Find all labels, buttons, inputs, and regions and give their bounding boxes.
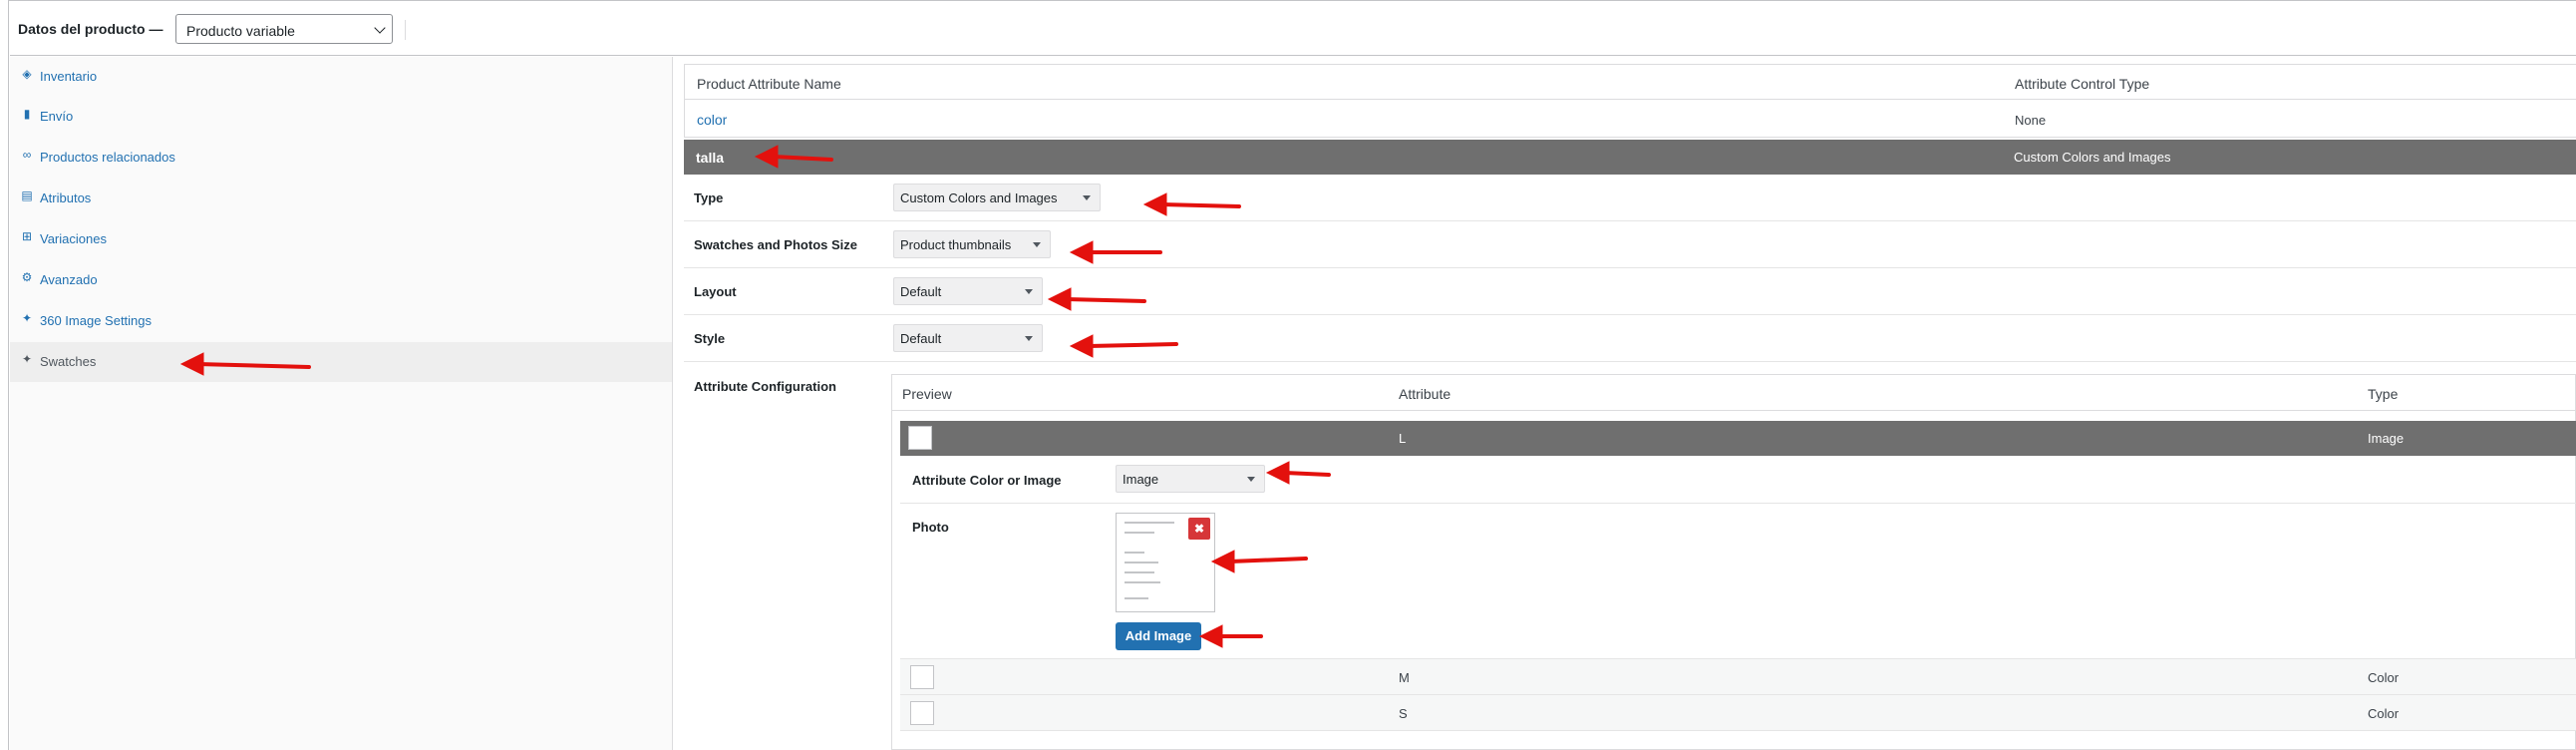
type-select[interactable]: Custom Colors and Images bbox=[893, 184, 1101, 211]
style-value: Default bbox=[900, 331, 942, 346]
swatches-size-row: Swatches and Photos Size Product thumbna… bbox=[684, 221, 2576, 268]
photo-row: Photo ✖ Add Image bbox=[900, 504, 2576, 659]
swatches-size-select[interactable]: Product thumbnails bbox=[893, 230, 1051, 258]
swatches-panel: Product Attribute Name Attribute Control… bbox=[684, 64, 2576, 750]
sidebar-item-360-image-settings[interactable]: ✦ 360 Image Settings bbox=[10, 301, 672, 341]
attribute-control-type: Custom Colors and Images bbox=[2014, 150, 2171, 165]
sidebar-item-label: Envío bbox=[40, 109, 74, 124]
gear-icon: ⚙ bbox=[21, 270, 33, 284]
type-label: Type bbox=[694, 190, 724, 205]
sidebar-item-productos-relacionados[interactable]: ∞ Productos relacionados bbox=[10, 138, 672, 178]
dropdown-arrow-icon bbox=[1247, 477, 1255, 482]
dropdown-arrow-icon bbox=[1025, 336, 1033, 341]
attributes-table-header: Product Attribute Name Attribute Control… bbox=[684, 64, 2576, 100]
wrench-icon: ✦ bbox=[21, 311, 33, 325]
style-label: Style bbox=[694, 331, 726, 346]
thumbnail-content bbox=[1125, 552, 1144, 554]
divider bbox=[405, 20, 406, 40]
dropdown-arrow-icon bbox=[1083, 195, 1091, 200]
product-type-select[interactable]: Producto variable bbox=[175, 14, 393, 44]
color-or-image-label: Attribute Color or Image bbox=[912, 473, 1062, 488]
column-attribute: Attribute bbox=[1399, 386, 1451, 402]
attribute-name-link[interactable]: color bbox=[697, 112, 727, 128]
chevron-down-icon bbox=[374, 22, 386, 34]
attribute-type: Color bbox=[2368, 706, 2400, 721]
dropdown-arrow-icon bbox=[1025, 289, 1033, 294]
sidebar-item-label: Variaciones bbox=[40, 231, 107, 246]
column-control-type: Attribute Control Type bbox=[2015, 76, 2150, 92]
thumbnail-content bbox=[1125, 532, 1154, 534]
product-data-header: Datos del producto — Producto variable bbox=[10, 6, 2576, 56]
attribute-control-type: None bbox=[2015, 113, 2047, 128]
attribute-configuration-table: Preview Attribute Type L Image Attribute… bbox=[891, 374, 2576, 750]
swatches-size-label: Swatches and Photos Size bbox=[694, 237, 857, 252]
style-row: Style Default bbox=[684, 315, 2576, 362]
product-data-tabs: ◈ Inventario ▮ Envío ∞ Productos relacio… bbox=[10, 57, 673, 750]
attribute-value: L bbox=[1399, 431, 1407, 446]
attribute-value: S bbox=[1399, 706, 1408, 721]
product-type-value: Producto variable bbox=[186, 23, 295, 39]
sidebar-item-label: Avanzado bbox=[40, 272, 98, 287]
thumbnail-content bbox=[1125, 581, 1160, 583]
configuration-row-l[interactable]: L Image bbox=[900, 421, 2576, 456]
sidebar-item-label: Productos relacionados bbox=[40, 150, 175, 165]
dropdown-arrow-icon bbox=[1033, 242, 1041, 247]
sidebar-item-label: Swatches bbox=[40, 354, 97, 369]
style-select[interactable]: Default bbox=[893, 324, 1043, 352]
sidebar-item-envio[interactable]: ▮ Envío bbox=[10, 97, 672, 137]
sidebar-item-variaciones[interactable]: ⊞ Variaciones bbox=[10, 219, 672, 259]
attribute-name-link[interactable]: talla bbox=[696, 150, 724, 166]
attribute-type: Color bbox=[2368, 670, 2400, 685]
wrench-icon: ✦ bbox=[21, 352, 33, 366]
product-data-label: Datos del producto — bbox=[18, 21, 163, 37]
layout-label: Layout bbox=[694, 284, 737, 299]
column-preview: Preview bbox=[902, 386, 952, 402]
sidebar-item-label: 360 Image Settings bbox=[40, 313, 153, 328]
configuration-row-m[interactable]: M Color bbox=[900, 659, 2576, 695]
preview-thumbnail bbox=[908, 426, 932, 450]
column-attribute-name: Product Attribute Name bbox=[697, 76, 841, 92]
attribute-row-talla[interactable]: talla Custom Colors and Images bbox=[684, 140, 2576, 175]
grid-icon: ⊞ bbox=[21, 229, 33, 243]
layout-select[interactable]: Default bbox=[893, 277, 1043, 305]
link-icon: ∞ bbox=[22, 148, 32, 162]
column-type: Type bbox=[2368, 386, 2399, 402]
sidebar-item-label: Inventario bbox=[40, 69, 98, 84]
type-value: Custom Colors and Images bbox=[900, 190, 1058, 205]
color-or-image-select[interactable]: Image bbox=[1116, 465, 1265, 493]
thumbnail-content bbox=[1125, 597, 1148, 599]
sidebar-item-label: Atributos bbox=[40, 190, 92, 205]
thumbnail-content bbox=[1125, 571, 1154, 573]
remove-image-icon[interactable]: ✖ bbox=[1188, 518, 1210, 540]
add-image-button[interactable]: Add Image bbox=[1116, 622, 1201, 650]
tag-icon: ◈ bbox=[22, 67, 32, 81]
sidebar-item-atributos[interactable]: ▤ Atributos bbox=[10, 179, 672, 218]
preview-thumbnail bbox=[910, 701, 934, 725]
type-row: Type Custom Colors and Images bbox=[684, 175, 2576, 221]
configuration-row-s[interactable]: S Color bbox=[900, 695, 2576, 731]
attribute-row-color[interactable]: color None bbox=[684, 100, 2576, 138]
color-or-image-value: Image bbox=[1123, 472, 1159, 487]
list-icon: ▤ bbox=[21, 188, 33, 202]
configuration-table-header: Preview Attribute Type bbox=[892, 375, 2576, 411]
attribute-value: M bbox=[1399, 670, 1410, 685]
color-or-image-row: Attribute Color or Image Image bbox=[900, 456, 2576, 504]
layout-row: Layout Default bbox=[684, 268, 2576, 315]
sidebar-item-avanzado[interactable]: ⚙ Avanzado bbox=[10, 260, 672, 300]
attribute-type: Image bbox=[2368, 431, 2405, 446]
thumbnail-content bbox=[1125, 522, 1174, 524]
sidebar-item-inventario[interactable]: ◈ Inventario bbox=[10, 57, 672, 97]
preview-thumbnail bbox=[910, 665, 934, 689]
truck-icon: ▮ bbox=[23, 107, 31, 121]
sidebar-item-swatches[interactable]: ✦ Swatches bbox=[10, 342, 672, 382]
layout-value: Default bbox=[900, 284, 942, 299]
attribute-configuration-label: Attribute Configuration bbox=[694, 379, 836, 394]
thumbnail-content bbox=[1125, 562, 1158, 563]
swatches-size-value: Product thumbnails bbox=[900, 237, 1012, 252]
photo-thumbnail[interactable]: ✖ bbox=[1116, 513, 1215, 612]
photo-label: Photo bbox=[912, 520, 949, 535]
